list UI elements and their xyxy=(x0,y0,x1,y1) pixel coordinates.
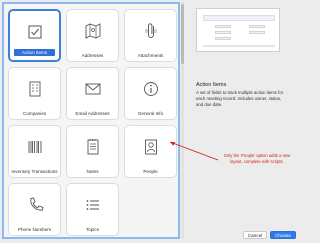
paperclip-icon xyxy=(142,21,160,41)
phone-icon xyxy=(26,195,44,215)
layout-description: A set of fields to track multiple action… xyxy=(196,90,284,107)
tile-addresses[interactable]: Addresses xyxy=(66,9,119,62)
tile-label: People xyxy=(143,169,158,174)
tile-general-info[interactable]: General Info xyxy=(124,67,177,120)
scroll-thumb[interactable] xyxy=(181,4,184,64)
notepad-icon xyxy=(84,137,102,157)
tile-phone-numbers[interactable]: Phone Numbers xyxy=(8,183,61,236)
annotation-arrow xyxy=(169,141,219,161)
layout-picker-dialog: Action Items Addresses Attachments Compa… xyxy=(0,0,300,243)
layout-grid: Action Items Addresses Attachments Compa… xyxy=(2,2,180,239)
tile-action-items[interactable]: Action Items xyxy=(8,9,61,62)
tile-attachments[interactable]: Attachments xyxy=(124,9,177,62)
cancel-button[interactable]: Cancel xyxy=(243,231,267,239)
choose-button[interactable]: Choose xyxy=(270,231,296,239)
preview-field xyxy=(215,31,231,34)
tile-label: Topics xyxy=(85,227,100,232)
tile-label: Email Addresses xyxy=(75,111,110,116)
preview-field xyxy=(249,31,265,34)
building-icon xyxy=(26,79,44,99)
map-icon xyxy=(84,21,102,41)
tile-label: General Info xyxy=(137,111,164,116)
preview-field xyxy=(215,37,231,40)
envelope-icon xyxy=(84,79,102,99)
preview-field xyxy=(249,25,265,28)
preview-divider xyxy=(203,45,275,47)
tile-email-addresses[interactable]: Email Addresses xyxy=(66,67,119,120)
preview-field xyxy=(215,25,231,28)
person-id-icon xyxy=(142,137,160,157)
tile-label: Inventory Transactions xyxy=(11,169,58,174)
layout-title: Action Items xyxy=(196,82,227,88)
tile-inventory-transactions[interactable]: Inventory Transactions xyxy=(8,125,61,178)
barcode-icon xyxy=(26,137,44,157)
tile-label: Phone Numbers xyxy=(17,227,52,232)
tile-companies[interactable]: Companies xyxy=(8,67,61,120)
tile-notes[interactable]: Notes xyxy=(66,125,119,178)
tile-topics[interactable]: Topics xyxy=(66,183,119,236)
tile-label: Action Items xyxy=(14,49,55,56)
tile-label: Companies xyxy=(22,111,47,116)
preview-header xyxy=(203,15,275,21)
checkbox-icon xyxy=(26,22,44,42)
layout-preview xyxy=(196,8,280,52)
list-icon xyxy=(84,195,102,215)
tile-label: Addresses xyxy=(81,53,104,58)
tile-label: Notes xyxy=(86,169,99,174)
grid-scrollbar[interactable] xyxy=(181,2,184,239)
annotation-callout: Only the 'People' option adds a new layo… xyxy=(223,153,291,164)
info-icon xyxy=(142,79,160,99)
tile-label: Attachments xyxy=(137,53,164,58)
